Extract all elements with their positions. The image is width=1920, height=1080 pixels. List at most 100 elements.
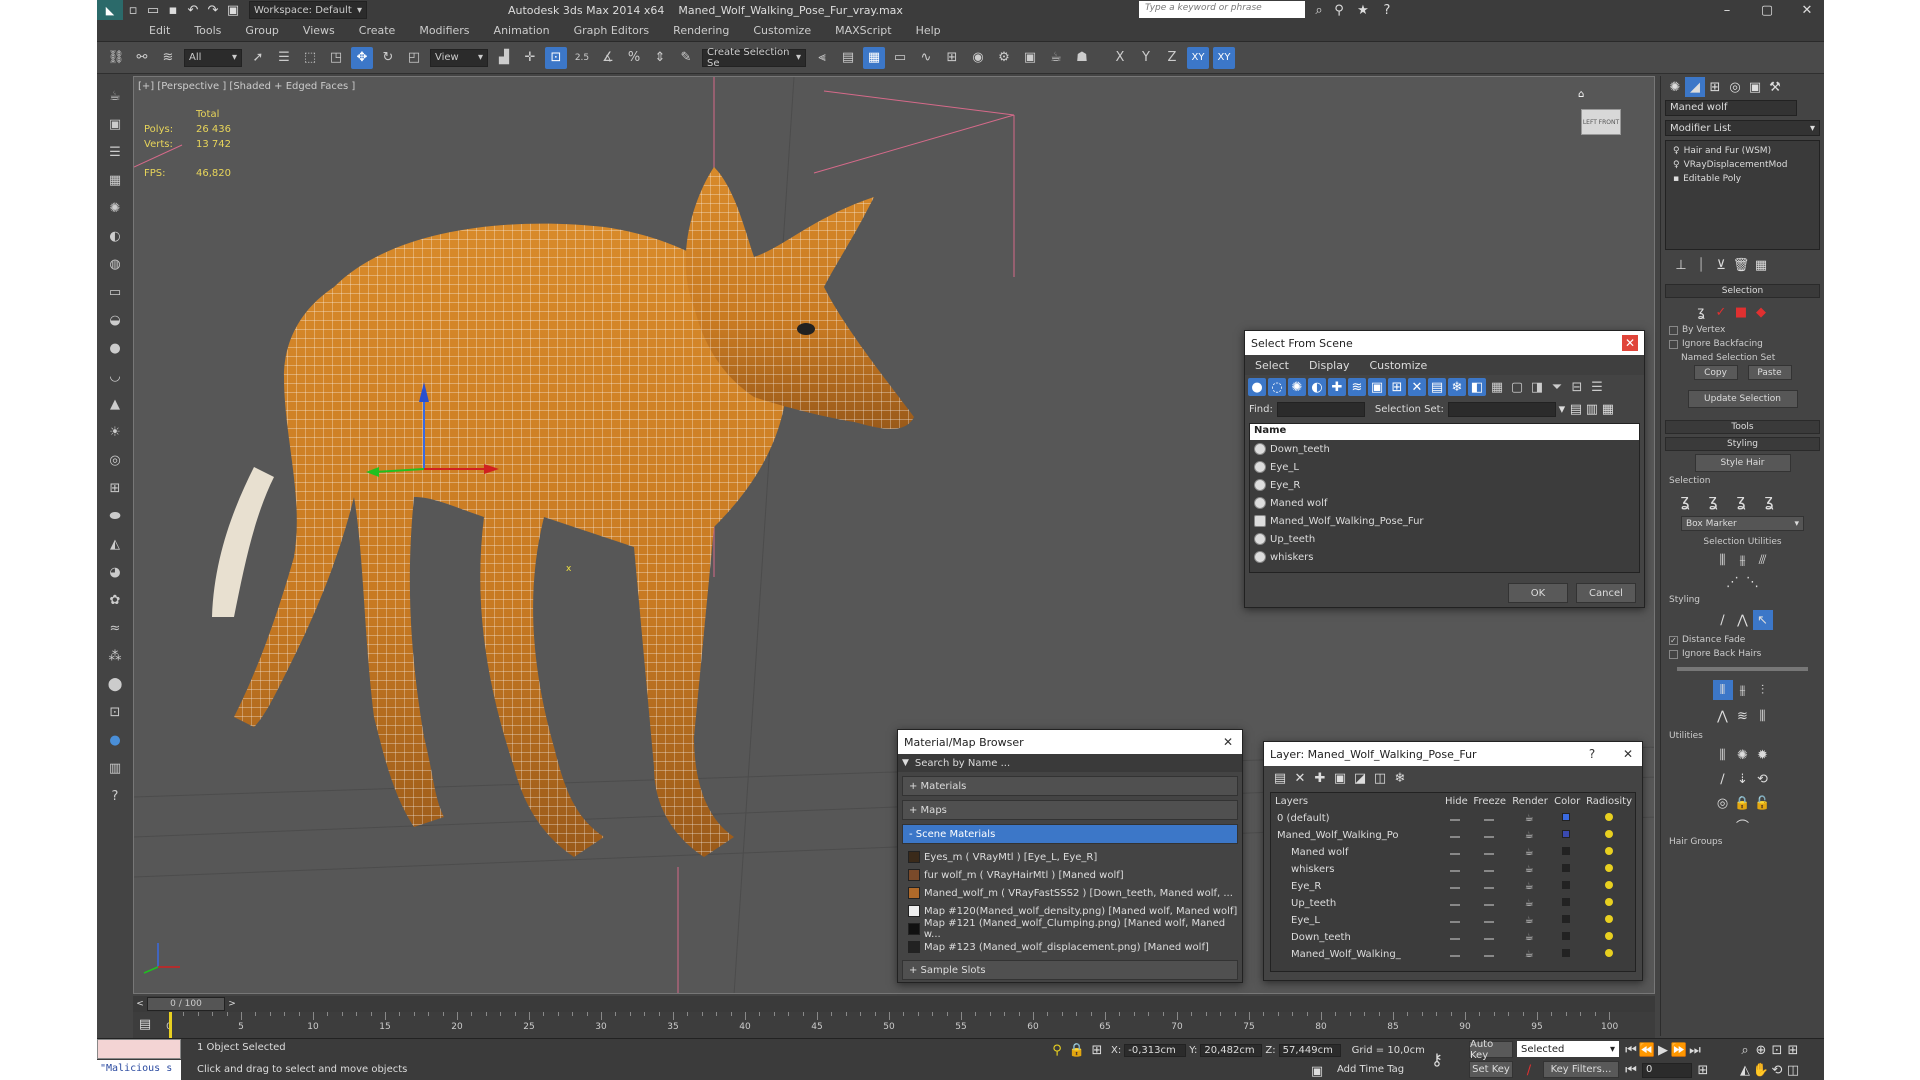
zoom-extents-all-icon[interactable]: ⊞ [1785,1040,1801,1060]
configure-sets-icon[interactable]: ▦ [1751,255,1771,275]
paste-button[interactable]: Paste [1747,365,1792,380]
list-item[interactable]: ♀ Hair and Fur (WSM) [1669,144,1816,158]
make-unique-icon[interactable]: ⊻ [1711,255,1731,275]
align-icon[interactable]: ▤ [837,47,859,69]
angle-snap-icon[interactable]: ∡ [597,47,619,69]
bind-spacewarp-icon[interactable]: ≋ [157,47,179,69]
hair-comb-icon[interactable]: ⫴ [1712,680,1733,700]
render-region-icon[interactable]: ⊡ [103,700,127,724]
sfs-menu-select[interactable]: Select [1245,359,1299,372]
filter-groups-icon[interactable]: ▣ [1368,378,1386,396]
mirror-icon[interactable]: ⫷ [811,47,833,69]
brush-size-slider[interactable] [1677,667,1808,671]
set-key-icon[interactable]: ∕ [1519,1060,1539,1080]
blue-sphere-icon[interactable]: ● [103,728,127,752]
chevron-down-icon[interactable]: ▼ [902,758,909,768]
menu-modifiers[interactable]: Modifiers [407,24,481,37]
hair-comb-icon[interactable]: ⋀ [1713,706,1733,726]
styling-rollout[interactable]: Styling [1665,437,1820,451]
next-frame-icon[interactable]: ⏩ [1671,1040,1687,1060]
torus-icon[interactable]: ◎ [103,448,127,472]
menu-animation[interactable]: Animation [482,24,562,37]
capsule-icon[interactable]: ⬬ [103,504,127,528]
render-iterative-icon[interactable]: ☗ [1071,47,1093,69]
teapot-icon[interactable]: ☕ [1508,878,1550,895]
go-to-end-icon[interactable]: ⏭ [1687,1040,1703,1060]
named-selection-dropdown[interactable]: Create Selection Se ▾ [702,47,806,69]
filter-shapes-icon[interactable]: ◌ [1268,378,1286,396]
add-to-layer-icon[interactable]: ✚ [1310,768,1330,788]
render-setup-icon[interactable]: ⚙ [993,47,1015,69]
snap-toggle-icon[interactable]: 2.5 [571,47,593,69]
ball-icon[interactable]: ⬤ [103,672,127,696]
teapot-icon[interactable]: ☕ [1508,912,1550,929]
distance-fade-checkbox[interactable]: ✓ [1669,635,1678,645]
current-frame-marker[interactable] [169,1012,172,1038]
rendered-frame-icon[interactable]: ▣ [1019,47,1041,69]
lock-icon[interactable]: 🔒 [1067,1040,1087,1060]
remove-modifier-icon[interactable]: 🗑 [1731,255,1751,275]
percent-snap-icon[interactable]: % [623,47,645,69]
hair-guides-icon[interactable]: ʓ [1691,302,1711,322]
search-by-name-input[interactable]: Search by Name ... [915,758,1010,769]
viewcube-home-icon[interactable]: ⌂ [1578,89,1584,100]
by-vertex-checkbox[interactable] [1669,325,1678,335]
layers-icon[interactable]: ▥ [103,756,127,780]
save-icon[interactable]: ▪ [163,0,183,20]
hair-comb-icon[interactable]: ⫵ [1733,680,1753,700]
unlink-icon[interactable]: ⚯ [131,47,153,69]
fov-icon[interactable]: ◭ [1737,1060,1753,1080]
spinner-snap-icon[interactable]: ⇕ [649,47,671,69]
y-coord-field[interactable]: 20,482cm [1200,1043,1263,1057]
hierarchy-icon[interactable]: ⊟ [1568,378,1586,396]
selection-filter-dropdown[interactable]: All ▾ [184,48,242,67]
scale-icon[interactable]: ◰ [403,47,425,69]
workspace-dropdown[interactable]: Workspace: Default ▾ [249,1,367,19]
maximize-viewport-icon[interactable]: ◫ [1785,1060,1801,1080]
schematic-view-icon[interactable]: ⊞ [941,47,963,69]
col-hide[interactable]: Hide [1441,793,1469,810]
teapot-icon[interactable]: ☕ [1508,827,1550,844]
utilities-tab-icon[interactable]: ⚒ [1765,77,1785,97]
delete-set-icon[interactable]: ▦ [1600,399,1616,419]
filter-helpers-icon[interactable]: ✚ [1328,378,1346,396]
hair-element-icon[interactable]: ◆ [1751,302,1771,322]
menu-group[interactable]: Group [233,24,291,37]
absolute-mode-icon[interactable]: ⊞ [1087,1040,1107,1060]
filter-frozen-icon[interactable]: ❄ [1448,378,1466,396]
edit-named-sel-icon[interactable]: ✎ [675,47,697,69]
modifier-list-dropdown[interactable]: Modifier List ▾ [1665,120,1820,136]
tetra-icon[interactable]: ◭ [103,532,127,556]
list-icon[interactable]: ☰ [103,140,127,164]
copy-button[interactable]: Copy [1693,365,1738,380]
helper-icon[interactable]: ◍ [103,252,127,276]
table-row[interactable]: Eye_R ☕ [1271,878,1635,895]
key-filters-button[interactable]: Key Filters... [1543,1061,1619,1078]
menu-help[interactable]: Help [904,24,953,37]
lock-selection-icon[interactable]: ⚲ [1047,1040,1067,1060]
key-mode-icon[interactable]: ⏮ [1623,1060,1639,1080]
hemisphere-icon[interactable]: ◒ [103,308,127,332]
menu-rendering[interactable]: Rendering [661,24,741,37]
cone-icon[interactable]: ▲ [103,392,127,416]
select-objects-icon[interactable]: ▣ [1330,768,1350,788]
rotate-icon[interactable]: ↻ [377,47,399,69]
window-crossing-icon[interactable]: ◳ [325,47,347,69]
teapot-icon[interactable]: ☕ [1508,895,1550,912]
help-icon[interactable]: ? [1377,0,1397,20]
link-icon[interactable]: ⛓ [105,47,127,69]
close-icon[interactable]: ✕ [1220,734,1236,750]
filter-containers-icon[interactable]: ▤ [1428,378,1446,396]
bulb-icon[interactable] [1604,932,1613,940]
ok-button[interactable]: OK [1508,583,1568,603]
light-icon[interactable]: ✺ [103,196,127,220]
key-icon[interactable]: ⚲ [1329,0,1349,20]
bulb-icon[interactable] [1604,830,1613,838]
project-icon[interactable]: ▣ [223,0,243,20]
teapot-icon[interactable]: ☕ [103,84,127,108]
pivot-icon[interactable]: ▟ [493,47,515,69]
fur-icon[interactable]: ⁂ [103,644,127,668]
hair-comb-icon[interactable]: ≋ [1733,706,1753,726]
hair-icon[interactable]: ≈ [103,616,127,640]
zoom-icon[interactable]: ⌕ [1737,1040,1753,1060]
